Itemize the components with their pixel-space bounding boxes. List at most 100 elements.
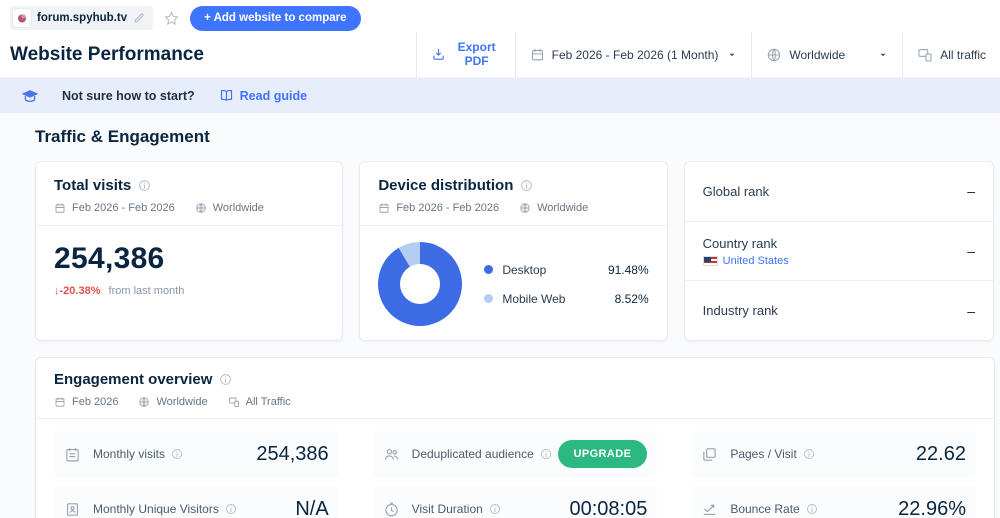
- total-visits-region: Worldwide: [212, 202, 264, 214]
- total-visits-card: Total visits Feb 2026 - Feb 2026 Worldwi…: [35, 161, 344, 341]
- export-pdf-label: Export PDF: [457, 39, 496, 68]
- country-rank-value: –: [967, 243, 975, 259]
- device-distribution-card: Device distribution Feb 2026 - Feb 2026: [359, 161, 668, 341]
- calendar-icon: [54, 396, 66, 408]
- banner-question: Not sure how to start?: [62, 88, 195, 103]
- globe-icon: [138, 396, 150, 408]
- visits-change-badge: ↓-20.38%: [54, 285, 101, 297]
- add-website-button[interactable]: + Add website to compare: [190, 5, 361, 31]
- metric-monthly-visits: Monthly visits 254,386: [54, 431, 339, 477]
- summary-cards-row: Total visits Feb 2026 - Feb 2026 Worldwi…: [35, 161, 994, 341]
- people-icon: [383, 446, 400, 463]
- date-range-label: Feb 2026 - Feb 2026 (1 Month): [551, 47, 719, 62]
- monthly-visits-value: 254,386: [256, 442, 329, 465]
- ranks-card: Global rank – Country rank United States…: [683, 161, 994, 341]
- traffic-filter-selector[interactable]: All traffic: [902, 32, 1000, 77]
- edit-icon[interactable]: [133, 12, 145, 24]
- devices-icon: [917, 47, 933, 63]
- clock-icon: [383, 501, 400, 518]
- calendar-icon: [54, 202, 66, 214]
- region-selector[interactable]: Worldwide: [751, 32, 902, 77]
- visits-change-suffix: from last month: [108, 285, 185, 297]
- export-pdf-button[interactable]: Export PDF: [415, 32, 515, 77]
- metric-monthly-unique-visitors: Monthly Unique Visitors N/A: [54, 486, 339, 518]
- chevron-down-icon: [727, 50, 737, 60]
- page-header: Website Performance Export PDF Feb 2026 …: [0, 32, 1000, 78]
- website-chip[interactable]: forum.spyhub.tv: [10, 6, 154, 30]
- metric-pages-per-visit: Pages / Visit 22.62: [691, 431, 976, 477]
- metric-deduplicated-audience: Deduplicated audience UPGRADE: [372, 431, 658, 477]
- globe-icon: [766, 47, 782, 63]
- country-rank-label: Country rank: [702, 235, 778, 251]
- engagement-metrics-grid: Monthly visits 254,386 Deduplicated audi…: [36, 419, 994, 518]
- upgrade-button[interactable]: UPGRADE: [557, 440, 648, 468]
- calendar-check-icon: [64, 446, 81, 463]
- engagement-date: Feb 2026: [72, 396, 119, 408]
- app-window: forum.spyhub.tv + Add website to compare…: [0, 0, 1000, 518]
- info-icon[interactable]: [520, 179, 533, 192]
- traffic-filter-label: All traffic: [940, 47, 986, 62]
- bounce-rate-icon: [701, 501, 718, 518]
- country-rank-row: Country rank United States –: [684, 222, 993, 282]
- device-distribution-date: Feb 2026 - Feb 2026: [396, 202, 500, 214]
- download-icon: [431, 47, 446, 62]
- favorite-star-icon[interactable]: [163, 10, 180, 27]
- device-donut: [378, 242, 463, 326]
- global-rank-row: Global rank –: [684, 162, 993, 222]
- info-icon[interactable]: [225, 503, 237, 515]
- bounce-rate-value: 22.96%: [898, 497, 966, 518]
- calendar-icon: [378, 202, 390, 214]
- date-range-selector[interactable]: Feb 2026 - Feb 2026 (1 Month): [514, 32, 752, 77]
- mobile-web-dot: [484, 294, 494, 303]
- info-icon[interactable]: [803, 448, 815, 460]
- industry-rank-row: Industry rank –: [685, 281, 993, 340]
- country-link[interactable]: United States: [702, 255, 789, 267]
- device-distribution-region: Worldwide: [537, 202, 589, 214]
- book-icon: [219, 88, 234, 103]
- engagement-overview-card: Engagement overview Feb 2026 Worldwide A…: [35, 357, 995, 518]
- info-icon[interactable]: [171, 448, 183, 460]
- engagement-traffic: All Traffic: [245, 396, 291, 408]
- total-visits-date: Feb 2026 - Feb 2026: [72, 202, 175, 214]
- desktop-dot: [484, 265, 494, 274]
- devices-icon: [228, 396, 240, 408]
- info-icon[interactable]: [219, 373, 232, 386]
- site-favicon: [13, 9, 31, 27]
- global-rank-label: Global rank: [702, 183, 770, 199]
- metric-bounce-rate: Bounce Rate 22.96%: [691, 486, 976, 518]
- device-legend: Desktop 91.48% Mobile Web 8.52%: [484, 263, 649, 306]
- total-visits-value: 254,386: [54, 242, 165, 275]
- read-guide-link[interactable]: Read guide: [219, 88, 307, 103]
- person-card-icon: [64, 501, 81, 518]
- industry-rank-value: –: [967, 302, 975, 319]
- page-title: Website Performance: [10, 43, 204, 65]
- website-name: forum.spyhub.tv: [37, 12, 128, 24]
- calendar-icon: [530, 47, 545, 62]
- pages-icon: [701, 446, 718, 463]
- visit-duration-value: 00:08:05: [569, 497, 648, 518]
- us-flag-icon: [702, 255, 718, 266]
- device-distribution-title: Device distribution: [378, 177, 514, 194]
- industry-rank-label: Industry rank: [702, 303, 778, 319]
- section-title: Traffic & Engagement: [35, 127, 210, 146]
- monthly-unique-visitors-value: N/A: [295, 497, 329, 518]
- chevron-down-icon: [878, 50, 888, 60]
- info-icon[interactable]: [489, 503, 501, 515]
- guide-banner: Not sure how to start? Read guide: [0, 78, 1000, 113]
- info-icon[interactable]: [138, 179, 151, 192]
- engagement-title: Engagement overview: [54, 371, 213, 388]
- top-bar: forum.spyhub.tv + Add website to compare: [0, 0, 1000, 32]
- engagement-region: Worldwide: [156, 396, 208, 408]
- legend-item-mobile-web: Mobile Web 8.52%: [484, 292, 649, 306]
- region-label: Worldwide: [789, 47, 846, 62]
- graduation-cap-icon: [20, 86, 40, 106]
- total-visits-title: Total visits: [54, 177, 132, 194]
- info-icon[interactable]: [540, 448, 552, 460]
- legend-item-desktop: Desktop 91.48%: [484, 263, 649, 277]
- globe-icon: [195, 202, 207, 214]
- metric-visit-duration: Visit Duration 00:08:05: [372, 486, 658, 518]
- pages-per-visit-value: 22.62: [915, 442, 966, 465]
- main-content: Traffic & Engagement Total visits Feb 20…: [0, 113, 1000, 518]
- info-icon[interactable]: [806, 503, 818, 515]
- globe-icon: [519, 202, 531, 214]
